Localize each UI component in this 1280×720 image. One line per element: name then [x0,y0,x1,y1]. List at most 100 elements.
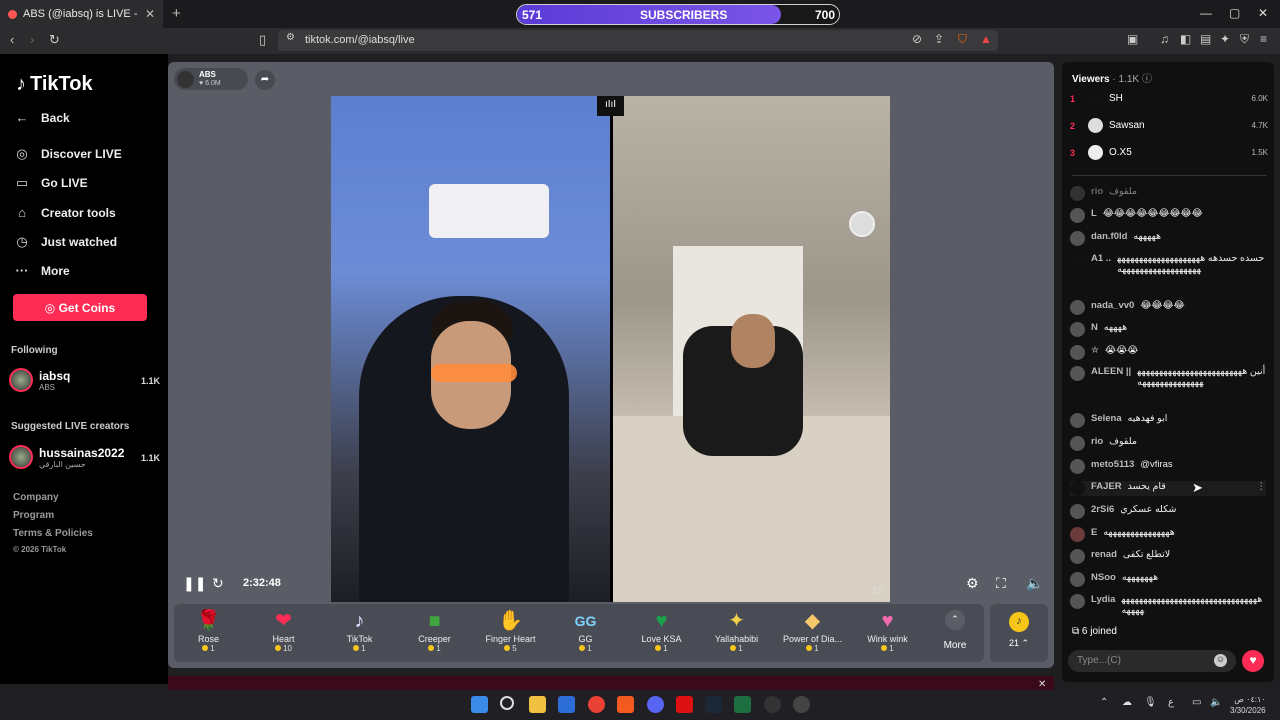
footer-company[interactable]: Company [13,492,59,503]
more-options-icon[interactable]: ⋮ [1257,481,1267,492]
chat-message[interactable]: A1 .. حسده حسدهه ههههههههههههههههههههههه… [1070,253,1266,275]
close-window-button[interactable]: ✕ [1258,6,1268,20]
minimize-button[interactable]: — [1200,6,1212,20]
chat-input[interactable]: Type...(C) [1068,650,1236,672]
chat-message[interactable]: 2rSi6 شكله عسكري [1070,504,1266,519]
gift-finger-heart[interactable]: ✋ Finger Heart 5 [473,608,548,653]
browser-tab[interactable]: ABS (@iabsq) is LIVE - TikTok ✕ [0,0,163,28]
github-icon[interactable] [764,696,781,713]
nav-back[interactable]: ← Back [13,110,70,125]
no-tracking-icon[interactable]: ⊘ [912,32,922,46]
gift-wink-wink[interactable]: ♥ Wink wink 1 [850,608,925,653]
nav-discover-live[interactable]: ◎ Discover LIVE [13,146,121,162]
file-explorer-icon[interactable] [529,696,546,713]
tiktok-logo[interactable]: ♪ TikTok [16,73,93,96]
like-heart-icon[interactable]: ♥ [1242,650,1264,672]
gift-tiktok[interactable]: ♪ TikTok 1 [322,608,397,653]
gift-love-ksa[interactable]: ♥ Love KSA 1 [624,608,699,653]
windows-start-icon[interactable] [471,696,488,713]
info-icon[interactable]: ⓘ [1142,74,1152,85]
vpn-icon[interactable]: ⛨ [1240,32,1249,47]
music-icon[interactable]: ♫ [1160,32,1169,46]
get-coins-button[interactable]: ◎ Get Coins [13,294,147,321]
app-red-icon[interactable] [676,696,693,713]
top-viewer[interactable]: 2 Sawsan 4.7K [1070,118,1268,133]
store-icon[interactable] [558,696,575,713]
onedrive-icon[interactable]: ☁ [1122,697,1132,708]
gift-rose[interactable]: 🌹 Rose 1 [171,608,246,653]
more-gifts-button[interactable]: ⌃ More [938,610,972,651]
top-viewer[interactable]: 1 SH 6.0K [1070,91,1268,106]
chrome-icon[interactable] [588,696,605,713]
sidebar-toggle-icon[interactable]: ◧ [1180,32,1191,46]
top-viewer[interactable]: 3 O.X5 1.5K [1070,145,1268,160]
chat-message[interactable]: renad لاتطلع تكفى [1070,549,1266,564]
chat-message[interactable]: nada_vv0 😂😂😂😂 [1070,300,1266,315]
coin-balance-button[interactable]: ♪ 21 ⌃ [990,604,1048,662]
chat-message[interactable]: NSoo هههههههه [1070,572,1266,587]
menu-icon[interactable]: ≡ [1260,32,1267,46]
live-video[interactable] [331,96,890,602]
footer-program[interactable]: Program [13,510,54,521]
tab-close-icon[interactable]: ✕ [145,7,155,21]
search-icon[interactable] [500,696,514,710]
screenshot-icon[interactable]: ▣ [1127,32,1138,46]
viewers-header[interactable]: Viewers · 1.1K ⓘ [1072,70,1152,85]
steam-icon[interactable] [705,696,722,713]
network-icon[interactable]: ▭ [1192,697,1201,708]
forward-nav-icon[interactable]: › [30,32,34,47]
reload-icon[interactable]: ↻ [49,32,60,48]
rewards-icon[interactable]: ▲ [980,32,992,46]
address-bar[interactable]: tiktok.com/@iabsq/live [278,30,998,51]
chat-message[interactable]: N ههههه [1070,322,1266,337]
site-info-icon[interactable]: ⚙ [286,32,295,43]
volume-icon[interactable]: 🔈 [1026,575,1043,592]
following-account[interactable]: iabsq ABS [9,368,70,392]
emoji-icon[interactable]: ☺ [1214,654,1227,667]
gift-heart[interactable]: ❤ Heart 10 [246,608,321,653]
speaker-icon[interactable]: 🔈 [1210,697,1222,708]
chat-message[interactable]: meto5113 @vfiras [1070,459,1266,474]
chat-message[interactable]: dan.f0ld هههههه [1070,231,1266,246]
bookmark-icon[interactable]: ▯ [259,32,266,48]
maximize-button[interactable]: ▢ [1229,6,1240,20]
footer-terms[interactable]: Terms & Policies [13,528,93,539]
obs-icon[interactable] [793,696,810,713]
close-banner-icon[interactable]: ✕ [1038,679,1046,690]
brave-icon[interactable] [617,696,634,713]
new-tab-button[interactable]: + [172,5,181,22]
gift-power-of-diamond[interactable]: ◆ Power of Dia... 1 [775,608,850,653]
tray-chevron-icon[interactable]: ⌃ [1100,697,1108,708]
keyboard-language-icon[interactable]: ع [1168,697,1174,708]
chat-message[interactable]: ALEEN || أنين هههههههههههههههههههههههههه… [1070,366,1266,388]
ai-icon[interactable]: ✦ [1220,32,1230,46]
pause-icon[interactable]: ❚❚ [183,575,206,592]
audio-levels-icon[interactable]: ıIıI [597,96,624,116]
nav-creator-tools[interactable]: ⌂ Creator tools [13,205,116,220]
nav-just-watched[interactable]: ◷ Just watched [13,234,117,250]
excel-icon[interactable] [734,696,751,713]
chat-message[interactable]: E هههههههههههههههه [1070,527,1266,542]
chat-message[interactable]: Selena ابو فهدهيه [1070,413,1266,428]
chat-message[interactable]: Lydia هههههههههههههههههههههههههههههههههه… [1070,594,1266,616]
chat-message[interactable]: L 😂😂😂😂😂😂😂😂😂 [1070,208,1266,223]
nav-go-live[interactable]: ▭ Go LIVE [13,175,88,191]
gift-creeper[interactable]: ■ Creeper 1 [397,608,472,653]
suggested-account[interactable]: hussainas2022 حسين البارقي [9,445,124,469]
wallet-icon[interactable]: ▤ [1200,32,1211,46]
system-clock[interactable]: ٠٤:١٠ ص 3/30/2026 [1230,694,1266,716]
settings-icon[interactable]: ⚙ [966,575,979,592]
chat-message[interactable]: rio ملقوف [1070,436,1266,451]
share-icon[interactable]: ➦ [255,70,275,90]
gift-yallahabibi[interactable]: ✦ Yallahabibi 1 [699,608,774,653]
discord-icon[interactable] [647,696,664,713]
share-page-icon[interactable]: ⇪ [934,32,944,46]
fullscreen-icon[interactable]: ⛶ [996,575,1006,592]
chat-message[interactable]: ✮ 😭😭😭 [1070,345,1266,360]
back-nav-icon[interactable]: ‹ [10,32,14,47]
gift-gg[interactable]: GG GG 1 [548,608,623,653]
host-avatar[interactable] [177,71,194,88]
microphone-icon[interactable]: 🎙 [1144,697,1157,708]
nav-more[interactable]: ··· More [13,263,70,278]
chat-message[interactable]: rio ملقوف [1070,186,1266,201]
